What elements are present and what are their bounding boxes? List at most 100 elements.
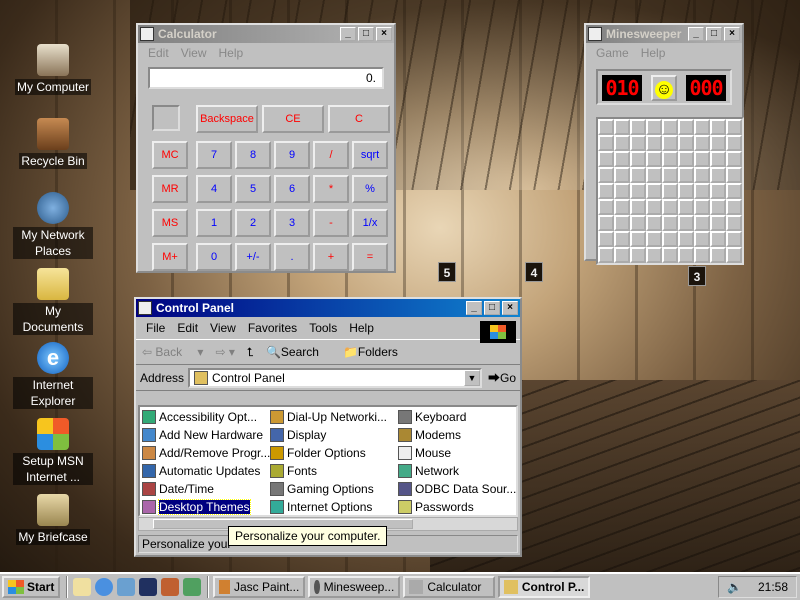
control-panel-item[interactable]: Modems [398,426,461,444]
menu-file[interactable]: File [140,321,171,335]
mine-cell[interactable] [678,231,694,247]
close-button[interactable]: × [376,27,392,41]
control-panel-item[interactable]: Internet Options [270,498,372,515]
calculator-titlebar[interactable]: Calculator _ □ × [138,25,394,43]
control-panel-item[interactable]: Folder Options [270,444,366,462]
control-panel-item[interactable]: Mouse [398,444,451,462]
folders-button[interactable]: 📁Folders [343,345,410,359]
mine-cell[interactable] [614,183,630,199]
mine-cell[interactable] [662,247,678,263]
key-button[interactable]: 1 [196,209,232,237]
c-button[interactable]: C [328,105,390,133]
mine-cell[interactable] [598,119,614,135]
key-button[interactable]: / [313,141,349,169]
mine-cell[interactable] [678,167,694,183]
key-button[interactable]: 2 [235,209,271,237]
minimize-button[interactable]: _ [466,301,482,315]
mine-cell[interactable] [646,135,662,151]
mine-cell[interactable] [694,135,710,151]
mine-cell[interactable] [710,135,726,151]
search-button[interactable]: 🔍Search [266,345,331,359]
mine-cell[interactable] [694,183,710,199]
key-button[interactable]: % [352,175,388,203]
key-button[interactable]: 8 [235,141,271,169]
mine-cell[interactable] [710,151,726,167]
control-panel-item[interactable]: Network [398,462,459,480]
mine-cell[interactable] [630,167,646,183]
mine-cell[interactable] [694,119,710,135]
mine-cell[interactable] [630,215,646,231]
control-panel-item[interactable]: Dial-Up Networki... [270,408,387,426]
mine-cell[interactable] [726,231,742,247]
mine-cell[interactable] [726,215,742,231]
key-button[interactable]: sqrt [352,141,388,169]
mine-cell[interactable] [598,167,614,183]
mine-cell[interactable] [614,231,630,247]
control-panel-item[interactable]: Date/Time [142,480,214,498]
show-desktop-icon[interactable] [73,578,92,596]
backspace-button[interactable]: Backspace [196,105,258,133]
mine-cell[interactable] [678,183,694,199]
outlook-icon[interactable] [117,578,136,596]
mine-cell[interactable] [646,199,662,215]
back-button[interactable]: ⇦ Back ▾ [142,345,203,359]
mine-cell[interactable] [678,199,694,215]
desktop-icon-msn[interactable]: Setup MSN Internet ... [13,418,93,485]
mine-cell[interactable] [598,215,614,231]
mine-cell[interactable] [598,135,614,151]
mine-cell[interactable] [614,247,630,263]
mine-cell[interactable] [726,167,742,183]
control-panel-item[interactable]: Passwords [398,498,474,515]
mine-cell[interactable] [614,135,630,151]
mine-cell[interactable] [710,231,726,247]
mine-cell[interactable] [726,183,742,199]
mine-cell[interactable] [726,247,742,263]
task-calculator[interactable]: Calculator [403,576,496,598]
key-button[interactable]: +/- [235,243,271,271]
menu-help[interactable]: Help [635,46,672,60]
desktop-icon-my-computer[interactable]: My Computer [13,44,93,95]
control-panel-item[interactable]: Add New Hardware [142,426,263,444]
mine-cell[interactable] [614,215,630,231]
smiley-reset-button[interactable]: ☺ [651,75,677,101]
mine-cell[interactable] [598,199,614,215]
mine-cell[interactable] [630,119,646,135]
mine-cell[interactable] [646,167,662,183]
mine-cell[interactable] [614,167,630,183]
mine-cell[interactable] [598,247,614,263]
mine-cell[interactable] [598,231,614,247]
control-panel-item[interactable]: Automatic Updates [142,462,260,480]
task-control-panel[interactable]: Control P... [498,576,591,598]
volume-icon[interactable]: 🔈 [727,580,742,594]
key-button[interactable]: - [313,209,349,237]
mine-cell[interactable] [710,167,726,183]
desktop-icon-recycle-bin[interactable]: Recycle Bin [13,118,93,169]
mine-cell[interactable] [630,151,646,167]
ie-icon[interactable] [95,578,114,596]
mine-cell[interactable] [598,183,614,199]
mine-cell[interactable] [630,199,646,215]
key-button[interactable]: * [313,175,349,203]
mine-cell[interactable] [614,119,630,135]
desktop-icon-my-documents[interactable]: My Documents [13,268,93,335]
key-button[interactable]: . [274,243,310,271]
mine-cell[interactable] [630,183,646,199]
minimize-button[interactable]: _ [340,27,356,41]
control-panel-item[interactable]: Keyboard [398,408,466,426]
key-button[interactable]: 5 [235,175,271,203]
menu-view[interactable]: View [204,321,242,335]
task-minesweeper[interactable]: Minesweep... [308,576,401,598]
clock[interactable]: 21:58 [758,580,788,594]
mine-cell[interactable] [710,183,726,199]
menu-game[interactable]: Game [590,46,635,60]
mine-cell[interactable] [614,199,630,215]
chevron-down-icon[interactable]: ▼ [463,369,480,386]
task-jasc-paint[interactable]: Jasc Paint... [213,576,306,598]
mine-cell[interactable] [678,119,694,135]
mine-cell[interactable] [646,247,662,263]
mine-cell[interactable] [630,247,646,263]
menu-edit[interactable]: Edit [142,46,175,60]
mine-cell[interactable] [678,135,694,151]
mine-cell[interactable] [646,215,662,231]
maximize-button[interactable]: □ [358,27,374,41]
